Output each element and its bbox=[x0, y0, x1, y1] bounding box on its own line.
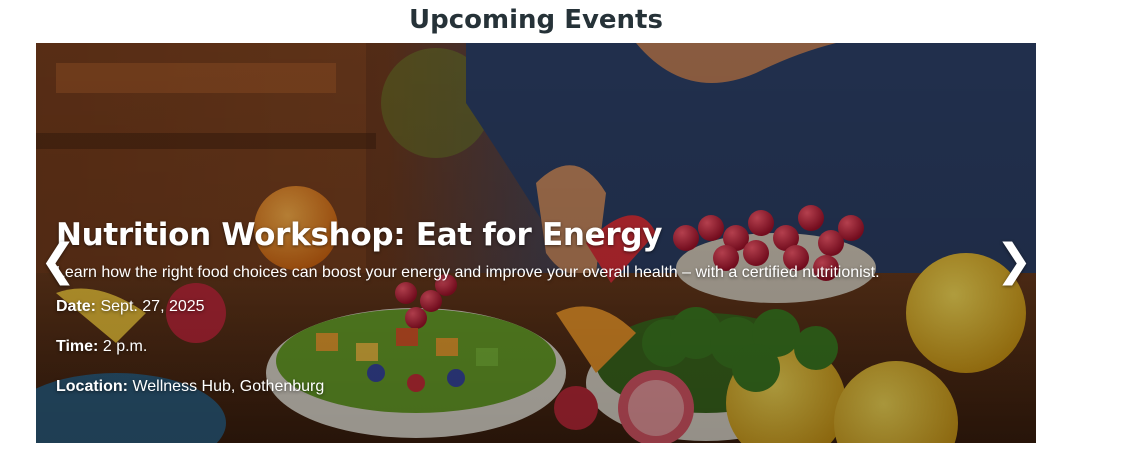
event-date: Date: Sept. 27, 2025 bbox=[56, 297, 996, 317]
section-title: Upcoming Events bbox=[409, 5, 663, 35]
event-title: Nutrition Workshop: Eat for Energy bbox=[56, 217, 663, 253]
events-carousel: Nutrition Workshop: Eat for Energy Learn… bbox=[36, 43, 1036, 443]
chevron-left-icon: ❮ bbox=[39, 235, 77, 286]
carousel-prev-button[interactable]: ❮ bbox=[38, 236, 78, 286]
event-time-value: 2 p.m. bbox=[102, 338, 148, 355]
event-description: Learn how the right food choices can boo… bbox=[56, 264, 880, 281]
event-location-value: Wellness Hub, Gothenburg bbox=[132, 378, 325, 395]
event-date-label: Date: bbox=[56, 298, 97, 315]
event-time-label: Time: bbox=[56, 338, 99, 355]
event-location: Location: Wellness Hub, Gothenburg bbox=[56, 377, 996, 397]
event-location-label: Location: bbox=[56, 378, 128, 395]
event-date-value: Sept. 27, 2025 bbox=[100, 298, 205, 315]
chevron-right-icon: ❯ bbox=[995, 235, 1033, 286]
event-details: Nutrition Workshop: Eat for Energy Learn… bbox=[56, 215, 996, 417]
event-time: Time: 2 p.m. bbox=[56, 337, 996, 357]
carousel-next-button[interactable]: ❯ bbox=[994, 236, 1034, 286]
